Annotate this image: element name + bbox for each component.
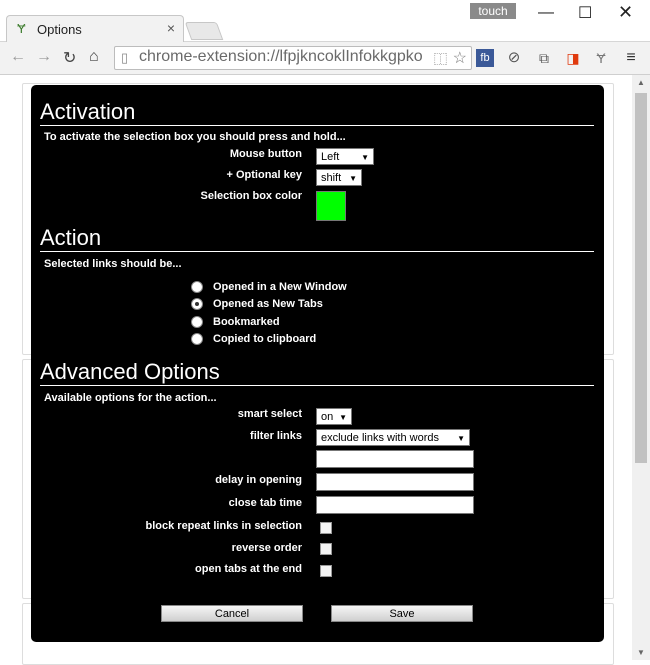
linkclump-extension-icon[interactable]: Ɏ	[592, 49, 610, 67]
radio-button[interactable]	[191, 333, 203, 345]
section-divider	[40, 251, 594, 252]
delay-label: delay in opening	[215, 474, 302, 486]
save-button[interactable]: Save	[331, 605, 473, 622]
window-close-icon[interactable]: ✕	[618, 2, 633, 23]
scroll-up-icon[interactable]: ▲	[637, 78, 645, 87]
block-repeat-checkbox[interactable]	[320, 522, 332, 534]
dropdown-arrow-icon: ▼	[339, 413, 347, 422]
home-icon[interactable]: ⌂	[89, 48, 99, 66]
radio-button[interactable]	[191, 281, 203, 293]
mouse-button-select[interactable]: Left ▼	[316, 148, 374, 165]
block-repeat-label: block repeat links in selection	[145, 520, 303, 532]
share-extension-icon[interactable]: ⧉	[535, 49, 553, 67]
maximize-icon[interactable]: ☐	[578, 3, 592, 23]
advanced-description: Available options for the action...	[44, 392, 217, 404]
scrollbar-thumb[interactable]	[635, 93, 647, 463]
scroll-down-icon[interactable]: ▼	[637, 648, 645, 657]
url-text: chrome-extension://lfpjkncoklInfokkgpko	[139, 48, 423, 65]
filter-links-label: filter links	[250, 430, 302, 442]
smart-select-dropdown[interactable]: on ▼	[316, 408, 352, 425]
title-bar: Ɏ Options × touch — ☐ ✕	[0, 0, 650, 42]
smart-select-value: on	[321, 411, 334, 423]
compass-extension-icon[interactable]: ⊘	[505, 49, 523, 67]
close-tab-time-input[interactable]	[316, 496, 474, 514]
tab-close-icon[interactable]: ×	[167, 20, 175, 36]
address-bar[interactable]: ▯ chrome-extension://lfpjkncoklInfokkgpk…	[114, 46, 472, 70]
smart-select-label: smart select	[237, 408, 302, 420]
new-tab-button[interactable]	[184, 22, 224, 40]
filter-links-dropdown[interactable]: exclude links with words ▼	[316, 429, 470, 446]
section-divider	[40, 385, 594, 386]
action-description: Selected links should be...	[44, 258, 182, 270]
browser-toolbar: ← → ↻ ⌂ ▯ chrome-extension://lfpjkncoklI…	[0, 42, 650, 75]
dropdown-arrow-icon: ▼	[349, 174, 357, 183]
reverse-order-checkbox[interactable]	[320, 543, 332, 555]
radio-button-selected[interactable]	[191, 298, 203, 310]
action-option-label: Opened in a New Window	[213, 281, 347, 293]
advanced-options-title: Advanced Options	[40, 359, 220, 384]
section-divider	[40, 125, 594, 126]
extension-favicon-icon: Ɏ	[17, 21, 26, 36]
optional-key-select[interactable]: shift ▼	[316, 169, 362, 186]
dropdown-arrow-icon: ▼	[457, 434, 465, 443]
selection-color-label: Selection box color	[200, 190, 302, 202]
activation-description: To activate the selection box you should…	[44, 131, 346, 143]
options-panel: Activation To activate the selection box…	[31, 85, 604, 642]
action-option-label: Opened as New Tabs	[213, 298, 323, 310]
mouse-button-value: Left	[321, 151, 340, 163]
mouse-button-label: Mouse button	[229, 148, 302, 160]
translate-icon[interactable]: ⿰	[434, 49, 447, 68]
filter-links-value: exclude links with words	[321, 432, 439, 444]
menu-icon[interactable]: ≡	[622, 49, 640, 67]
reload-icon[interactable]: ↻	[63, 48, 76, 68]
tab-options[interactable]: Ɏ Options ×	[6, 15, 184, 42]
bookmark-star-icon[interactable]: ☆	[453, 48, 467, 68]
tab-title: Options	[37, 22, 82, 37]
selection-color-swatch[interactable]	[316, 191, 346, 221]
minimize-icon[interactable]: —	[538, 4, 554, 22]
touch-mode-badge[interactable]: touch	[470, 3, 516, 19]
page-icon: ▯	[121, 50, 129, 65]
optional-key-label: + Optional key	[226, 169, 303, 181]
optional-key-value: shift	[321, 172, 342, 184]
page-scrollbar[interactable]: ▲ ▼	[632, 75, 650, 660]
filter-words-input[interactable]	[316, 450, 474, 468]
action-title: Action	[40, 225, 102, 250]
dropdown-arrow-icon: ▼	[361, 153, 369, 162]
open-at-end-label: open tabs at the end	[195, 563, 302, 575]
open-at-end-checkbox[interactable]	[320, 565, 332, 577]
back-arrow-icon[interactable]: ←	[10, 48, 26, 66]
close-tab-time-label: close tab time	[228, 497, 302, 509]
office-extension-icon[interactable]: ◨	[564, 49, 582, 67]
cancel-button[interactable]: Cancel	[161, 605, 303, 622]
facebook-extension-icon[interactable]: fb	[476, 49, 494, 67]
action-option-label: Copied to clipboard	[213, 333, 317, 345]
delay-input[interactable]	[316, 473, 474, 491]
activation-title: Activation	[40, 99, 136, 124]
radio-button[interactable]	[191, 316, 203, 328]
forward-arrow-icon[interactable]: →	[36, 48, 52, 66]
action-option-label: Bookmarked	[213, 316, 280, 328]
reverse-order-label: reverse order	[231, 542, 302, 554]
